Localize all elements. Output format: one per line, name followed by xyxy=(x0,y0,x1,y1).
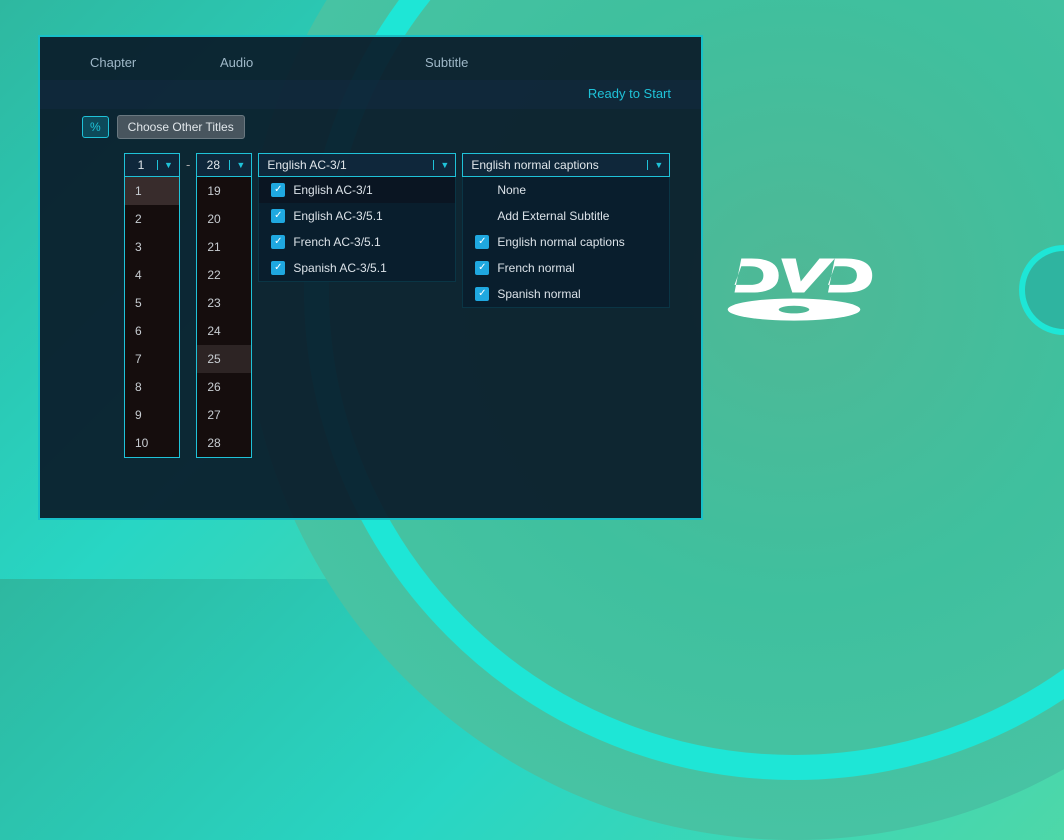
chapter-list-item[interactable]: 6 xyxy=(125,317,179,345)
chapter-list-item[interactable]: 25 xyxy=(197,345,251,373)
audio-option-label: English AC-3/1 xyxy=(293,183,372,197)
subtitle-selected: English normal captions xyxy=(463,158,647,172)
checkbox-icon: ✓ xyxy=(475,287,489,301)
chapter-end-dropdown[interactable]: 28 ▼ xyxy=(196,153,252,177)
chapter-list-item[interactable]: 10 xyxy=(125,429,179,457)
chevron-down-icon: ▼ xyxy=(647,160,669,170)
chapter-list-item[interactable]: 19 xyxy=(197,177,251,205)
panels: 1 ▼ 12345678910 - 28 ▼ 19202122232425262… xyxy=(40,153,701,458)
chapter-list-item[interactable]: 21 xyxy=(197,233,251,261)
chapter-end-list: 19202122232425262728 xyxy=(196,177,252,458)
chapter-list-item[interactable]: 23 xyxy=(197,289,251,317)
audio-option[interactable]: ✓ French AC-3/5.1 xyxy=(259,229,455,255)
chapter-end-column: 28 ▼ 19202122232425262728 xyxy=(196,153,252,458)
subtitle-option-label: English normal captions xyxy=(497,235,624,249)
chapter-list-item[interactable]: 27 xyxy=(197,401,251,429)
audio-dropdown[interactable]: English AC-3/1 ▼ xyxy=(258,153,456,177)
chevron-down-icon: ▼ xyxy=(157,160,179,170)
chapter-list-item[interactable]: 3 xyxy=(125,233,179,261)
subtitle-option[interactable]: ✓ Spanish normal xyxy=(463,281,669,307)
chapter-list-item[interactable]: 4 xyxy=(125,261,179,289)
app-window: Chapter Audio Subtitle Ready to Start % … xyxy=(38,35,703,520)
checkbox-icon: ✓ xyxy=(271,235,285,249)
subtitle-option-label: Spanish normal xyxy=(497,287,580,301)
audio-option[interactable]: ✓ English AC-3/5.1 xyxy=(259,203,455,229)
chapter-list-item[interactable]: 8 xyxy=(125,373,179,401)
chapter-list-item[interactable]: 5 xyxy=(125,289,179,317)
audio-option-label: English AC-3/5.1 xyxy=(293,209,382,223)
audio-selected: English AC-3/1 xyxy=(259,158,433,172)
chapter-start-value: 1 xyxy=(125,158,157,172)
chevron-down-icon: ▼ xyxy=(229,160,251,170)
chapter-start-column: 1 ▼ 12345678910 xyxy=(124,153,180,458)
column-headers: Chapter Audio Subtitle xyxy=(40,37,701,80)
subtitle-option[interactable]: None xyxy=(463,177,669,203)
checkbox-icon: ✓ xyxy=(271,209,285,223)
audio-options-list: ✓ English AC-3/1 ✓ English AC-3/5.1 ✓ French … xyxy=(258,177,456,282)
range-separator: - xyxy=(186,153,190,177)
subtitle-option[interactable]: Add External Subtitle xyxy=(463,203,669,229)
chevron-down-icon: ▼ xyxy=(433,160,455,170)
subtitle-option[interactable]: ✓ French normal xyxy=(463,255,669,281)
checkbox-icon: ✓ xyxy=(271,261,285,275)
checkbox-icon: ✓ xyxy=(475,261,489,275)
audio-option-label: French AC-3/5.1 xyxy=(293,235,380,249)
subtitle-column: English normal captions ▼ None Add Extern… xyxy=(462,153,670,458)
audio-option-label: Spanish AC-3/5.1 xyxy=(293,261,386,275)
subtitle-option-label: Add External Subtitle xyxy=(497,209,609,223)
chapter-list-item[interactable]: 9 xyxy=(125,401,179,429)
chapter-end-value: 28 xyxy=(197,158,229,172)
chapter-list-item[interactable]: 24 xyxy=(197,317,251,345)
audio-option[interactable]: ✓ Spanish AC-3/5.1 xyxy=(259,255,455,281)
chapter-list-item[interactable]: 7 xyxy=(125,345,179,373)
subtitle-option[interactable]: ✓ English normal captions xyxy=(463,229,669,255)
subtitle-option-label: None xyxy=(497,183,526,197)
subtitle-option-label: French normal xyxy=(497,261,574,275)
choose-other-titles-button[interactable]: Choose Other Titles xyxy=(117,115,245,139)
chapter-list-item[interactable]: 2 xyxy=(125,205,179,233)
subtitle-dropdown[interactable]: English normal captions ▼ xyxy=(462,153,670,177)
checkbox-icon: ✓ xyxy=(271,183,285,197)
chapter-header: Chapter xyxy=(90,55,220,70)
chapter-start-list: 12345678910 xyxy=(124,177,180,458)
chapter-list-item[interactable]: 28 xyxy=(197,429,251,457)
toolbar: % Choose Other Titles xyxy=(40,109,701,153)
status-text: Ready to Start xyxy=(40,80,701,109)
audio-option[interactable]: ✓ English AC-3/1 xyxy=(259,177,455,203)
subtitle-header: Subtitle xyxy=(425,55,575,70)
chapter-list-item[interactable]: 26 xyxy=(197,373,251,401)
subtitle-options-list: None Add External Subtitle ✓ English normal… xyxy=(462,177,670,308)
dvd-logo xyxy=(709,250,879,335)
chapter-start-dropdown[interactable]: 1 ▼ xyxy=(124,153,180,177)
chapter-list-item[interactable]: 20 xyxy=(197,205,251,233)
audio-column: English AC-3/1 ▼ ✓ English AC-3/1 ✓ English… xyxy=(258,153,456,458)
checkbox-icon: ✓ xyxy=(475,235,489,249)
chapter-list-item[interactable]: 22 xyxy=(197,261,251,289)
chapter-list-item[interactable]: 1 xyxy=(125,177,179,205)
chapter-range: 1 ▼ 12345678910 - 28 ▼ 19202122232425262… xyxy=(124,153,252,458)
audio-header: Audio xyxy=(220,55,425,70)
percent-badge: % xyxy=(82,116,109,138)
